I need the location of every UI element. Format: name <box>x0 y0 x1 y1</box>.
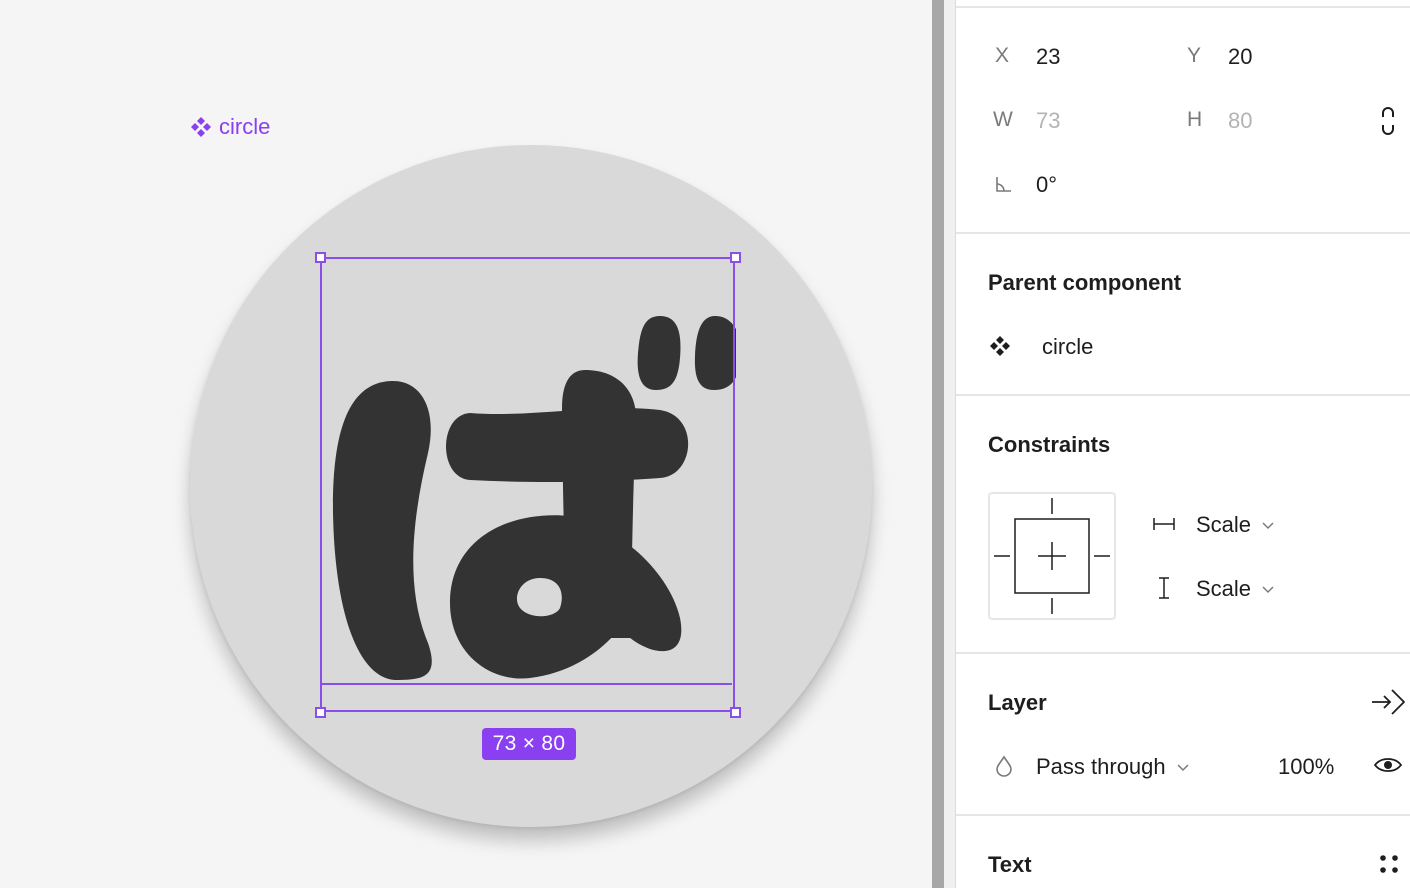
horizontal-constraint-value: Scale <box>1196 512 1252 537</box>
vertical-constraint-icon <box>1159 577 1169 599</box>
y-input[interactable]: 20 <box>1228 44 1252 70</box>
component-frame-label[interactable]: circle <box>190 114 270 140</box>
eye-icon[interactable] <box>1373 755 1403 775</box>
component-icon <box>191 117 211 137</box>
properties-panel: X 23 Y 20 W 73 H 80 0° Parent component … <box>956 0 1410 888</box>
section-divider <box>956 232 1410 234</box>
blend-mode-icon <box>996 755 1012 777</box>
rotation-icon <box>996 177 1011 192</box>
dimension-badge: 73 × 80 <box>482 728 576 760</box>
go-to-main-component-icon[interactable] <box>1370 686 1406 718</box>
type-settings-icon[interactable] <box>1378 853 1400 875</box>
parent-component-link[interactable]: circle <box>1042 334 1093 360</box>
h-label: H <box>1187 108 1203 131</box>
chevron-down-icon <box>1262 586 1274 594</box>
horizontal-constraint-select[interactable]: Scale <box>1196 512 1275 538</box>
w-label: W <box>993 108 1013 131</box>
constrain-proportions-icon[interactable] <box>1380 106 1396 136</box>
vertical-constraint-select[interactable]: Scale <box>1196 576 1275 602</box>
section-divider <box>956 652 1410 654</box>
y-label: Y <box>1187 44 1202 67</box>
blend-mode-select[interactable]: Pass through <box>1036 754 1190 780</box>
component-icon <box>990 336 1010 356</box>
layer-title: Layer <box>988 690 1047 715</box>
x-label: X <box>995 44 1010 67</box>
parent-component-title: Parent component <box>988 270 1182 295</box>
selection-bounding-box[interactable] <box>320 257 735 712</box>
vertical-constraint-value: Scale <box>1196 576 1252 601</box>
resize-handle-top-left[interactable] <box>315 252 326 263</box>
constraints-title: Constraints <box>988 432 1111 457</box>
layer-opacity-input[interactable]: 100% <box>1278 754 1334 780</box>
h-input[interactable]: 80 <box>1228 108 1252 134</box>
constraints-widget[interactable] <box>988 492 1116 620</box>
section-divider <box>956 394 1410 396</box>
chevron-down-icon <box>1262 522 1274 530</box>
component-label-text: circle <box>219 114 271 139</box>
text-section-title: Text <box>988 852 1032 877</box>
section-divider <box>956 814 1410 816</box>
resize-handle-top-right[interactable] <box>730 252 741 263</box>
w-input[interactable]: 73 <box>1036 108 1060 134</box>
x-input[interactable]: 23 <box>1036 44 1060 70</box>
chevron-down-icon <box>1177 764 1189 772</box>
resize-handle-bottom-left[interactable] <box>315 707 326 718</box>
text-baseline <box>320 683 732 685</box>
blend-mode-value: Pass through <box>1036 754 1166 779</box>
constraints-diagram <box>994 498 1110 614</box>
panel-gutter <box>944 0 956 888</box>
design-canvas[interactable]: circle ば 73 × 80 <box>0 0 932 888</box>
section-divider <box>956 6 1410 8</box>
panel-splitter[interactable] <box>932 0 944 888</box>
horizontal-constraint-icon <box>1153 518 1175 530</box>
rotation-input[interactable]: 0° <box>1036 172 1057 198</box>
resize-handle-bottom-right[interactable] <box>730 707 741 718</box>
